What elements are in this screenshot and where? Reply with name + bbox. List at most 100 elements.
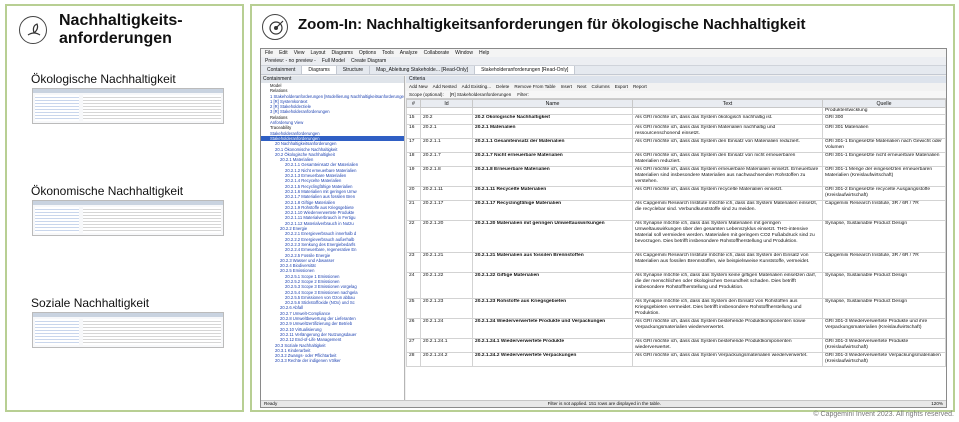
cell-text: Als GRI möchte ich, dass das System den … <box>632 138 823 153</box>
col-header-number[interactable]: # <box>406 99 421 108</box>
cell-name: 20.2.1 Materialien <box>472 124 633 139</box>
cell-quelle: Synapse, Sustainable Product Design <box>822 272 946 299</box>
cell-number: 23 <box>406 252 421 273</box>
cell-text: Als Capgemini Research Institute möchte … <box>632 252 823 273</box>
create-diagram-button[interactable]: Create Diagram <box>351 58 386 64</box>
cell-name: 20.2.1.20 Materialien mit geringen Umwel… <box>472 220 633 253</box>
table-row[interactable]: 18 20.2.1.7 20.2.1.7 Nicht erneuerbare Mat… <box>406 152 946 167</box>
tree-item[interactable]: 20.3.3 Rechte der indigenen Völker <box>261 358 404 363</box>
section-label-sozial: Soziale Nachhaltigkeit <box>31 296 150 310</box>
table-toolbar-button[interactable]: Columns <box>592 84 610 90</box>
menu-item[interactable]: Layout <box>310 50 325 56</box>
cell-name: 20.2.1.11 Recycelte Materialien <box>472 186 633 201</box>
cell-text: Als GRI möchte ich, dass das System recy… <box>632 186 823 201</box>
cell-text: Als Synapse möchte ich, dass das System … <box>632 220 823 253</box>
section-label-oekonomisch: Ökonomische Nachhaltigkeit <box>31 184 184 198</box>
cell-text: Als GRI möchte ich, dass das System best… <box>632 338 823 353</box>
table-row[interactable]: 15 20.2 20.2 Ökologische Nachhaltigkeit Als… <box>406 114 946 125</box>
tab-diagrams[interactable]: Diagrams <box>302 66 337 74</box>
menu-item[interactable]: Options <box>359 50 376 56</box>
cell-text: Als GRI möchte ich, dass das System den … <box>632 152 823 167</box>
table-toolbar-button[interactable]: Add Nested <box>433 84 457 90</box>
table-row[interactable]: 22 20.2.1.20 20.2.1.20 Materialien mit ger… <box>406 220 946 253</box>
menu-bar: File Edit View Layout Diagrams Options Tools An… <box>261 49 946 57</box>
cell-name: 20.2.1.8 Erneuerbare Materialien <box>472 166 633 187</box>
cell-name: 20.2 Ökologische Nachhaltigkeit <box>472 114 633 125</box>
cell-quelle: Produktentwicklung <box>822 107 946 115</box>
menu-item[interactable]: View <box>294 50 305 56</box>
col-header-name[interactable]: Name <box>472 99 633 108</box>
table-toolbar-button[interactable]: Report <box>633 84 647 90</box>
requirements-table-area: Criteria Add New Add Nested Add Existing..… <box>406 76 946 400</box>
menu-item[interactable]: Diagrams <box>331 50 352 56</box>
table-row[interactable]: 24 20.2.1.22 20.2.1.22 Giftige Materialien… <box>406 272 946 299</box>
overview-panel: Nachhaltigkeits- anforderungen Ökologisc… <box>5 4 244 412</box>
cell-number: 22 <box>406 220 421 253</box>
containment-tree: Containment Model Relations 1 Stakeholdera… <box>261 76 405 400</box>
menu-item[interactable]: Window <box>455 50 473 56</box>
cell-number: 18 <box>406 152 421 167</box>
table-toolbar-button[interactable]: Delete <box>496 84 509 90</box>
table-row[interactable]: 26 20.2.1.24 20.2.1.24 Wiederverwertete Pr… <box>406 318 946 339</box>
cell-name: 20.2.1.7 Nicht erneuerbare Materialien <box>472 152 633 167</box>
table-row[interactable]: 16 20.2.1 20.2.1 Materialien Als GRI möchte… <box>406 124 946 139</box>
table-row[interactable]: 20 20.2.1.11 20.2.1.11 Recycelte Materiali… <box>406 186 946 201</box>
table-row[interactable]: 25 20.2.1.23 20.2.1.23 Rohstoffe aus Krieg… <box>406 298 946 319</box>
cell-name: 20.2.1.22 Giftige Materialien <box>472 272 633 299</box>
table-toolbar-button[interactable]: Export <box>615 84 628 90</box>
menu-item[interactable]: Help <box>479 50 489 56</box>
zoom-level[interactable]: 120% <box>931 401 943 407</box>
table-toolbar-button[interactable]: Next <box>577 84 586 90</box>
cell-quelle: GRI 301-3 Wiederverwertete Verpackungsma… <box>822 352 946 367</box>
zoom-panel: Zoom-In: Nachhaltigkeitsanforderungen fü… <box>250 4 955 412</box>
tab-containment[interactable]: Containment <box>261 66 303 74</box>
cell-id: 20.2.1.22 <box>420 272 473 299</box>
table-row[interactable]: 27 20.2.1.24.1 20.2.1.24.1 Wiederverwertet… <box>406 338 946 353</box>
table-toolbar-button[interactable]: Add New <box>409 84 428 90</box>
cell-number: 21 <box>406 200 421 221</box>
menu-item[interactable]: Tools <box>382 50 394 56</box>
cell-id: 20.2.1.11 <box>420 186 473 201</box>
full-model-button[interactable]: Full Model <box>322 58 345 64</box>
table-row[interactable]: 23 20.2.1.21 20.2.1.21 Materialien aus fos… <box>406 252 946 273</box>
table-row[interactable]: 28 20.2.1.24.2 20.2.1.24.2 Wiederverwertet… <box>406 352 946 367</box>
doc-tab-map[interactable]: Map_Ableitung Stakeholde... [Read-Only] <box>370 66 476 74</box>
cell-quelle: GRI 301-1 Eingesetzte nicht erneuerbare … <box>822 152 946 167</box>
table-row[interactable]: 21 20.2.1.17 20.2.1.17 Recyclingfähige Mat… <box>406 200 946 221</box>
cell-text: Als GRI möchte ich, dass das System Mate… <box>632 124 823 139</box>
doc-tab-stakeholder[interactable]: Stakeholderanforderungen [Read-Only] <box>475 66 576 74</box>
menu-item[interactable]: Edit <box>279 50 288 56</box>
zoom-title: Zoom-In: Nachhaltigkeitsanforderungen fü… <box>298 16 806 33</box>
menu-item[interactable]: Collaborate <box>424 50 450 56</box>
cell-number: 15 <box>406 114 421 125</box>
cell-id: 20.2.1 <box>420 124 473 139</box>
overview-header: Nachhaltigkeits- anforderungen <box>7 6 242 56</box>
cell-number: 25 <box>406 298 421 319</box>
menu-item[interactable]: Analyze <box>400 50 418 56</box>
cell-name: 20.2.1.24.2 Wiederverwertete Verpackunge… <box>472 352 633 367</box>
col-header-text[interactable]: Text <box>632 99 823 108</box>
col-header-quelle[interactable]: Quelle <box>822 99 946 108</box>
cell-number: 16 <box>406 124 421 139</box>
thumbnail-oekologisch <box>32 88 224 124</box>
table-toolbar-button[interactable]: Remove From Table <box>514 84 555 90</box>
cell-text: Als Capgemini Research Institute möchte … <box>632 200 823 221</box>
cell-number: 24 <box>406 272 421 299</box>
cell-number: 19 <box>406 166 421 187</box>
col-header-id[interactable]: Id <box>420 99 473 108</box>
menu-item[interactable]: File <box>265 50 273 56</box>
table-toolbar-button[interactable]: Insert <box>561 84 573 90</box>
cell-quelle: GRI 301-1 Eingesetzte Materialien nach G… <box>822 138 946 153</box>
table-row-partial[interactable]: Produktentwicklung <box>406 107 946 115</box>
preview-select[interactable]: Preview: - no preview - <box>265 58 316 64</box>
table-toolbar-button[interactable]: Add Existing... <box>462 84 491 90</box>
table-row[interactable]: 17 20.2.1.1 20.2.1.1 Gesamteinsatz der Mat… <box>406 138 946 153</box>
tree-header: Containment <box>261 76 404 83</box>
tab-structure[interactable]: Structure <box>337 66 371 74</box>
cell-quelle: GRI 300 <box>822 114 946 125</box>
copyright-notice: © Capgemini Invent 2023. All rights rese… <box>813 411 954 418</box>
cell-id: 20.2.1.1 <box>420 138 473 153</box>
cell-name: 20.2.1.1 Gesamteinsatz der Materialien <box>472 138 633 153</box>
table-row[interactable]: 19 20.2.1.8 20.2.1.8 Erneuerbare Materiali… <box>406 166 946 187</box>
scope-value[interactable]: [R] Stakeholderanforderungen <box>450 92 512 97</box>
